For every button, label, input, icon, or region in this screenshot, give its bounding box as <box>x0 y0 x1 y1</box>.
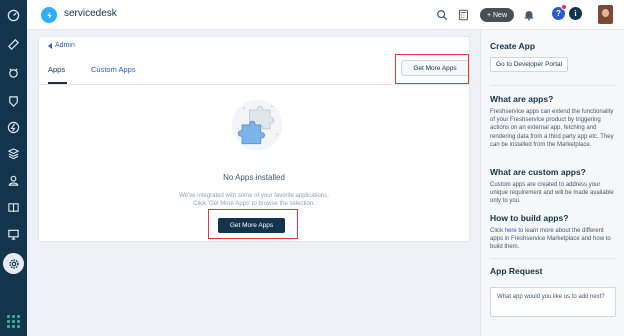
new-button[interactable]: + New <box>480 8 514 22</box>
tab-custom-apps[interactable]: Custom Apps <box>91 65 136 74</box>
settings-icon[interactable] <box>3 253 24 274</box>
problems-icon[interactable] <box>6 65 21 80</box>
what-are-apps-title: What are apps? <box>490 94 554 104</box>
custom-apps-text: Custom apps are created to address your … <box>490 182 614 205</box>
build-apps-text-start: Click <box>490 228 505 234</box>
reports-icon[interactable] <box>6 227 21 242</box>
top-bar: servicedesk + New ? i <box>27 0 624 30</box>
app-request-title: App Request <box>490 266 543 276</box>
what-are-apps-text: Freshservice apps can extend the functio… <box>490 109 614 148</box>
developer-portal-button[interactable]: Go to Developer Portal <box>490 57 568 72</box>
releases-icon[interactable] <box>6 120 21 135</box>
app-request-input[interactable] <box>490 287 616 317</box>
tab-divider <box>39 84 469 85</box>
notifications-bell-icon[interactable] <box>522 8 535 21</box>
empty-state-title: No Apps installed <box>223 173 285 182</box>
help-notification-badge <box>561 4 567 10</box>
breadcrumb-admin[interactable]: Admin <box>55 42 75 49</box>
dashboard-icon[interactable] <box>6 8 21 23</box>
highlight-box-top <box>395 54 469 84</box>
calculator-icon[interactable] <box>457 8 470 21</box>
changes-icon[interactable] <box>6 94 21 109</box>
search-icon[interactable] <box>435 8 448 21</box>
app-switcher-icon[interactable] <box>7 315 20 328</box>
section-divider <box>490 85 616 86</box>
right-panel: Create App Go to Developer Portal What a… <box>480 30 624 336</box>
empty-desc-line2: Click 'Get More Apps' to browse the sele… <box>193 201 315 207</box>
back-arrow-icon <box>48 42 52 49</box>
app-name: servicedesk <box>64 8 117 19</box>
breadcrumb[interactable]: Admin <box>48 42 75 49</box>
info-icon[interactable]: i <box>569 7 582 20</box>
tickets-icon[interactable] <box>6 37 21 52</box>
empty-desc-line1: We've integrated with some of your favor… <box>179 193 329 199</box>
puzzle-pieces-icon <box>229 97 285 153</box>
assets-icon[interactable] <box>6 146 21 161</box>
contacts-icon[interactable] <box>6 173 21 188</box>
user-avatar[interactable] <box>598 5 613 24</box>
freshservice-logo-icon[interactable] <box>41 7 57 23</box>
create-app-title: Create App <box>490 41 536 51</box>
tab-apps[interactable]: Apps <box>48 65 65 74</box>
build-apps-text: Click here to learn more about the diffe… <box>490 227 616 252</box>
learn-more-link[interactable]: here <box>505 228 517 234</box>
build-apps-title: How to build apps? <box>490 213 569 223</box>
solutions-icon[interactable] <box>6 200 21 215</box>
section-divider <box>490 258 616 259</box>
highlight-box-main <box>208 209 298 239</box>
empty-state-description: We've integrated with some of your favor… <box>39 192 469 208</box>
custom-apps-title: What are custom apps? <box>490 167 586 177</box>
left-sidebar <box>0 0 27 336</box>
